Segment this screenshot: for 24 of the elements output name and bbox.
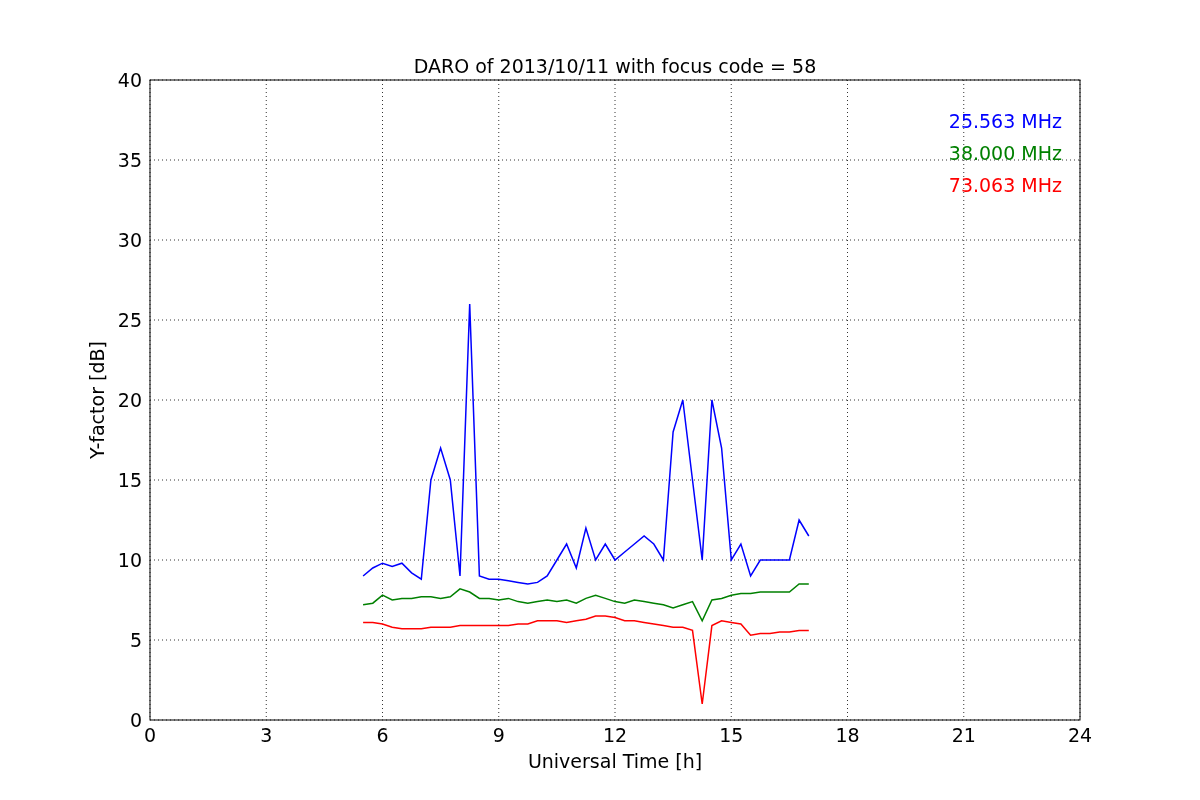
y-tick-label: 10 [117, 549, 142, 571]
legend-label: 73.063 MHz [948, 174, 1062, 196]
y-tick-label: 25 [117, 309, 142, 331]
x-tick-label: 0 [143, 724, 157, 746]
y-tick-label: 0 [129, 709, 142, 731]
y-tick-label: 40 [117, 69, 142, 91]
y-tick-label: 35 [117, 149, 142, 171]
legend-label: 38.000 MHz [948, 142, 1062, 164]
y-tick-label: 20 [117, 389, 142, 411]
y-tick-label: 15 [117, 469, 142, 491]
y-tick-label: 30 [117, 229, 142, 251]
x-tick-label: 6 [376, 724, 389, 746]
x-tick-label: 12 [602, 724, 628, 746]
chart-title: DARO of 2013/10/11 with focus code = 58 [413, 55, 817, 77]
x-tick-label: 24 [1067, 724, 1093, 746]
y-axis-label: Y-factor [dB] [86, 341, 108, 459]
x-tick-label: 9 [492, 724, 505, 746]
x-tick-label: 15 [719, 724, 744, 746]
y-tick-label: 5 [129, 629, 142, 651]
x-tick-label: 18 [835, 724, 860, 746]
legend-label: 25.563 MHz [948, 110, 1062, 132]
x-tick-label: 3 [260, 724, 273, 746]
x-tick-label: 21 [951, 724, 976, 746]
x-axis-label: Universal Time [h] [527, 750, 703, 772]
